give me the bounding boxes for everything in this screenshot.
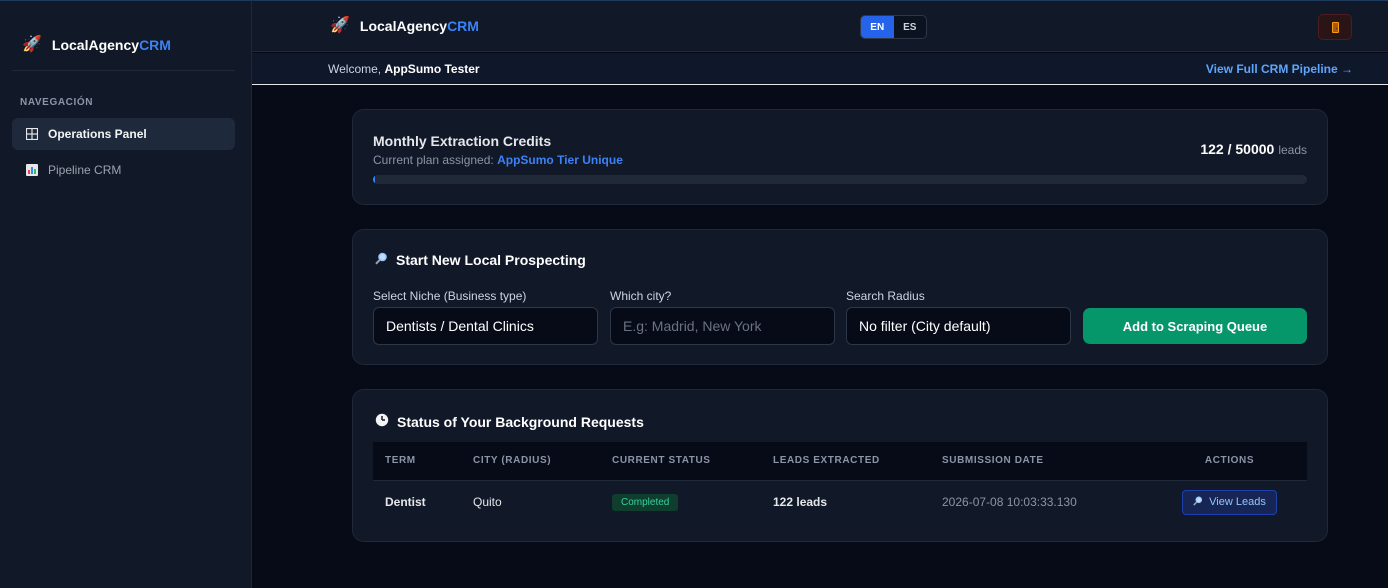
logout-button[interactable] [1318,14,1352,40]
credits-progress-fill [373,175,376,184]
table-row: Dentist Quito Completed 122 leads 2026-0… [373,479,1307,524]
niche-label: Select Niche (Business type) [373,289,527,303]
cell-city: Quito [461,479,600,524]
top-bar: 🚀 LocalAgencyCRM EN ES [252,0,1388,52]
radius-label: Search Radius [846,289,925,303]
magnifier-icon [375,252,388,268]
magnifier-icon [1193,496,1203,509]
niche-selected-value: Dentists / Dental Clinics [386,318,534,334]
prospecting-card: Start New Local Prospecting Select Niche… [352,229,1328,365]
cell-status: Completed [600,479,761,524]
credits-progress-bar [373,175,1307,184]
view-pipeline-link[interactable]: View Full CRM Pipeline → [1206,62,1353,76]
column-header: CITY (RADIUS) [473,455,552,467]
column-header: TERM [385,455,416,467]
bar-chart-icon [26,164,38,176]
user-name: AppSumo Tester [384,61,480,76]
radius-select[interactable]: No filter (City default) [846,307,1071,345]
header-brand[interactable]: 🚀 LocalAgencyCRM [330,17,479,35]
cell-actions: View Leads [1152,479,1307,524]
add-to-queue-button[interactable]: Add to Scraping Queue [1083,308,1307,344]
sidebar: 🚀 LocalAgencyCRM NAVEGACIÓN Operations P… [0,0,252,588]
language-switcher: EN ES [860,15,927,39]
requests-card: Status of Your Background Requests TERM … [352,389,1328,542]
welcome-text: Welcome, AppSumo Tester [328,61,480,76]
column-header: SUBMISSION DATE [942,455,1044,467]
status-badge: Completed [612,493,679,511]
column-header: CURRENT STATUS [612,455,711,467]
sidebar-item-label: Pipeline CRM [48,163,122,177]
requests-title: Status of Your Background Requests [375,413,644,430]
grid-icon [26,128,38,140]
sidebar-item-pipeline-crm[interactable]: Pipeline CRM [12,154,235,186]
nav-section-label: NAVEGACIÓN [20,97,94,108]
credits-count: 122 / 50000 leads [1200,141,1307,157]
column-header: ACTIONS [1204,455,1255,467]
clock-icon [375,413,389,430]
credits-card: Monthly Extraction Credits Current plan … [352,109,1328,205]
cell-date: 2026-07-08 10:03:33.130 [930,479,1152,524]
sidebar-divider [12,70,235,71]
view-leads-button[interactable]: View Leads [1182,489,1277,515]
city-label: Which city? [610,289,672,303]
welcome-bar: Welcome, AppSumo Tester View Full CRM Pi… [252,53,1388,85]
radius-selected-value: No filter (City default) [859,318,991,334]
cell-leads: 122 leads [761,479,930,524]
prospecting-title: Start New Local Prospecting [375,252,586,268]
column-header: LEADS EXTRACTED [773,455,880,467]
view-leads-label: View Leads [1209,496,1266,509]
plan-name: AppSumo Tier Unique [497,153,623,167]
credits-title: Monthly Extraction Credits [373,133,552,149]
sidebar-item-label: Operations Panel [48,127,147,141]
lang-es-button[interactable]: ES [894,16,927,38]
cell-term: Dentist [373,479,461,524]
sidebar-brand[interactable]: 🚀 LocalAgencyCRM [22,35,171,55]
rocket-icon: 🚀 [22,36,42,53]
city-input[interactable] [610,307,835,345]
plan-info: Current plan assigned: AppSumo Tier Uniq… [373,153,623,167]
requests-table: TERM CITY (RADIUS) CURRENT STATUS LEADS … [373,442,1307,524]
niche-select[interactable]: Dentists / Dental Clinics [373,307,598,345]
sidebar-item-operations-panel[interactable]: Operations Panel [12,118,235,150]
rocket-icon: 🚀 [330,17,350,34]
table-header-row: TERM CITY (RADIUS) CURRENT STATUS LEADS … [373,442,1307,480]
lang-en-button[interactable]: EN [861,16,894,38]
door-icon [1331,21,1339,33]
brand-name: LocalAgencyCRM [51,37,171,53]
brand-name: LocalAgencyCRM [359,18,479,34]
